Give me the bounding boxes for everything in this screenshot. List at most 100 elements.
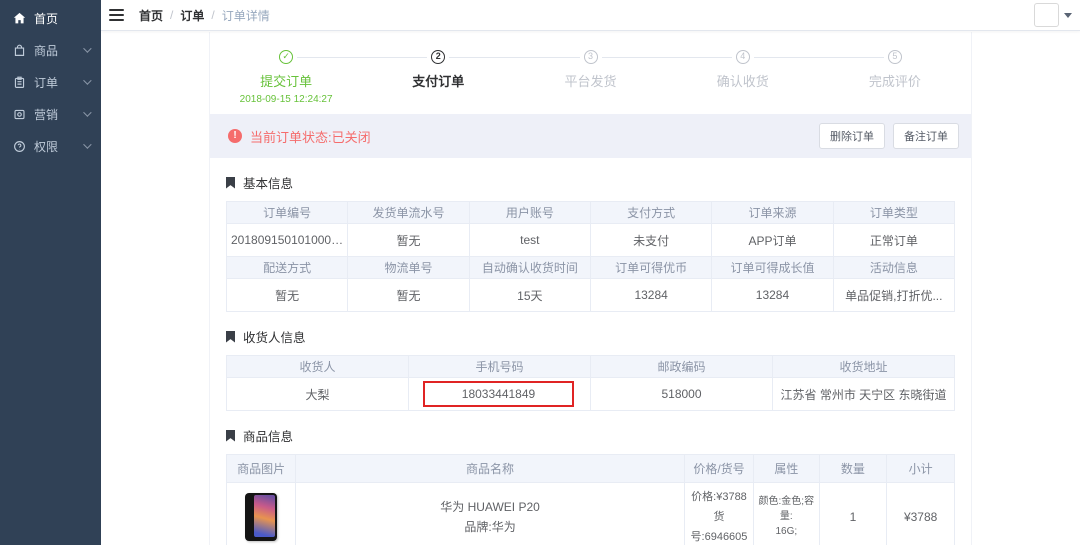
column-header: 小计 [887, 455, 955, 483]
goods-icon [12, 43, 26, 57]
sidebar-item-label: 营销 [34, 106, 58, 123]
column-header: 用户账号 [469, 202, 590, 224]
step-platform-ship: 3 平台发货 [514, 50, 666, 105]
column-header: 配送方式 [227, 257, 348, 279]
breadcrumb-orders[interactable]: 订单 [180, 7, 204, 24]
delete-order-button[interactable]: 删除订单 [819, 123, 885, 149]
user-dropdown[interactable] [1034, 3, 1072, 27]
step-submit-order: ✓ 提交订单 2018-09-15 12:24:27 [210, 50, 362, 105]
column-header: 手机号码 [409, 356, 591, 378]
goods-info-section: 商品信息 商品图片 商品名称 价格/货号 属性 数量 小计 [210, 426, 971, 545]
column-header: 数量 [819, 455, 887, 483]
alert-buttons: 删除订单 备注订单 [819, 123, 959, 149]
product-sku: 货号:6946605 [689, 507, 749, 545]
highlight-annotation-box: 18033441849 [423, 381, 574, 407]
receiver-phone: 18033441849 [462, 387, 535, 401]
column-header: 支付方式 [590, 202, 711, 224]
product-brand-line: 品牌:华为 [300, 517, 680, 537]
sidebar-item-marketing[interactable]: 营销 [0, 98, 101, 130]
breadcrumb-separator: / [170, 8, 173, 22]
sidebar-item-orders[interactable]: 订单 [0, 66, 101, 98]
step-pay-order: 2 支付订单 [362, 50, 514, 105]
step-number: 3 [584, 50, 598, 64]
order-steps: ✓ 提交订单 2018-09-15 12:24:27 2 支付订单 3 平台发货… [210, 32, 971, 105]
step-label: 支付订单 [362, 71, 514, 90]
basic-info-section: 基本信息 订单编号 发货单流水号 用户账号 支付方式 订单来源 订单类型 201… [210, 173, 971, 312]
step-label: 提交订单 [210, 71, 362, 90]
step-label: 平台发货 [514, 71, 666, 90]
user-account: test [469, 224, 590, 257]
table-row: 201809150101000001 暂无 test 未支付 APP订单 正常订… [227, 224, 955, 257]
receiver-address: 江苏省 常州市 天宁区 东晓街道 [773, 378, 955, 411]
avatar [1034, 3, 1059, 27]
step-time: 2018-09-15 12:24:27 [210, 94, 362, 105]
product-quantity: 1 [819, 483, 887, 545]
step-label: 确认收货 [667, 71, 819, 90]
hamburger-icon[interactable] [109, 9, 124, 21]
sidebar-item-label: 商品 [34, 42, 58, 59]
column-header: 订单编号 [227, 202, 348, 224]
basic-info-table: 订单编号 发货单流水号 用户账号 支付方式 订单来源 订单类型 20180915… [226, 201, 955, 312]
chevron-down-icon [83, 76, 91, 84]
order-detail-card: ✓ 提交订单 2018-09-15 12:24:27 2 支付订单 3 平台发货… [209, 32, 972, 545]
sidebar-item-goods[interactable]: 商品 [0, 34, 101, 66]
step-complete-review: 5 完成评价 [819, 50, 971, 105]
breadcrumb-separator: / [211, 8, 214, 22]
sidebar-item-label: 权限 [34, 138, 58, 155]
sidebar-item-permissions[interactable]: 权限 [0, 130, 101, 162]
shipping-serial: 暂无 [348, 224, 469, 257]
column-header: 活动信息 [833, 257, 954, 279]
bookmark-icon [226, 430, 235, 442]
table-row: 暂无 暂无 15天 13284 13284 单品促销,打折优... [227, 279, 955, 312]
logistics-number: 暂无 [348, 279, 469, 312]
section-title: 基本信息 [226, 173, 955, 192]
order-status-alert: ! 当前订单状态:已关闭 删除订单 备注订单 [210, 114, 971, 158]
order-icon [12, 75, 26, 89]
breadcrumb: 首页 / 订单 / 订单详情 [139, 7, 270, 24]
order-coins: 13284 [590, 279, 711, 312]
chevron-down-icon [83, 140, 91, 148]
step-label: 完成评价 [819, 71, 971, 90]
note-order-button[interactable]: 备注订单 [893, 123, 959, 149]
topbar: 首页 / 订单 / 订单详情 [101, 0, 1080, 31]
table-row: 大梨 18033441849 518000 江苏省 常州市 天宁区 东晓街道 [227, 378, 955, 411]
caret-down-icon [1064, 13, 1072, 18]
step-confirm-receipt: 4 确认收货 [667, 50, 819, 105]
section-title-text: 商品信息 [243, 426, 293, 445]
column-header: 属性 [754, 455, 820, 483]
auto-confirm-time: 15天 [469, 279, 590, 312]
chevron-down-icon [83, 44, 91, 52]
column-header: 邮政编码 [591, 356, 773, 378]
attr-line: 颜色:金色;容量: [758, 494, 815, 524]
receiver-name: 大梨 [227, 378, 409, 411]
section-title-text: 收货人信息 [243, 327, 306, 346]
product-image-cell [227, 483, 296, 545]
column-header: 自动确认收货时间 [469, 257, 590, 279]
section-title-text: 基本信息 [243, 173, 293, 192]
column-header: 收货人 [227, 356, 409, 378]
permission-icon [12, 139, 26, 153]
product-name: 华为 HUAWEI P20 品牌:华为 [296, 483, 685, 545]
huawei-p20-photo [245, 493, 277, 541]
column-header: 订单类型 [833, 202, 954, 224]
column-header: 物流单号 [348, 257, 469, 279]
column-header: 订单可得成长值 [712, 257, 833, 279]
order-source: APP订单 [712, 224, 833, 257]
product-name-line: 华为 HUAWEI P20 [300, 497, 680, 517]
attr-line: 16G; [758, 524, 815, 539]
postal-code: 518000 [591, 378, 773, 411]
column-header: 价格/货号 [684, 455, 753, 483]
breadcrumb-home[interactable]: 首页 [139, 7, 163, 24]
order-growth: 13284 [712, 279, 833, 312]
receiver-info-section: 收货人信息 收货人 手机号码 邮政编码 收货地址 大梨 18033441849 [210, 327, 971, 411]
sidebar-item-home[interactable]: 首页 [0, 2, 101, 34]
step-number: 5 [888, 50, 902, 64]
sidebar: 首页 商品 订单 营销 权限 [0, 0, 101, 545]
order-number: 201809150101000001 [227, 224, 348, 257]
marketing-icon [12, 107, 26, 121]
column-header: 订单来源 [712, 202, 833, 224]
receiver-phone-cell: 18033441849 [409, 378, 591, 411]
bookmark-icon [226, 331, 235, 343]
section-title: 收货人信息 [226, 327, 955, 346]
step-number: 4 [736, 50, 750, 64]
